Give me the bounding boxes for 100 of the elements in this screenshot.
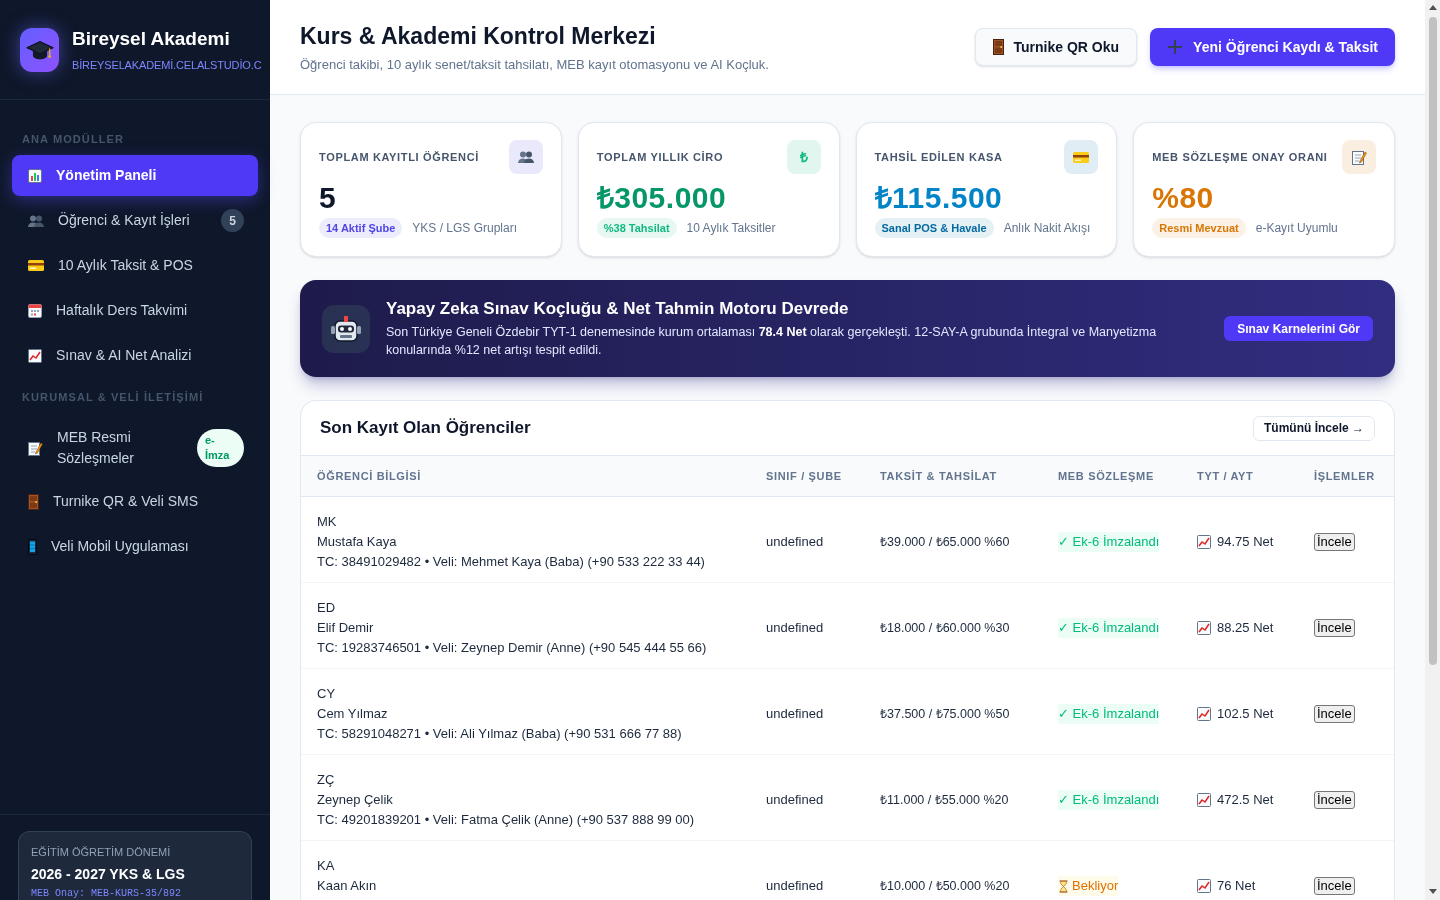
review-button[interactable]: İncele <box>1314 619 1355 637</box>
banner-title: Yapay Zeka Sınav Koçluğu & Net Tahmin Motoru Devrede <box>386 298 850 320</box>
student-initials: MK <box>317 513 337 531</box>
line-chart-icon <box>1197 707 1211 721</box>
review-button[interactable]: İncele <box>1314 705 1355 723</box>
student-details: TC: 58291048271 • Veli: Ali Yılmaz (Baba) (+90 531 666 77 88) <box>317 725 682 743</box>
payment-value: ₺11.000 / ₺55.000 %20 <box>880 793 1009 807</box>
credit-card-icon <box>28 260 44 271</box>
term-label: EĞİTİM ÖĞRETİM DÖNEMİ <box>31 845 172 859</box>
student-initials: KA <box>317 857 335 875</box>
sidebar-item[interactable]: Öğrenci & Kayıt İşleri 5 <box>12 200 258 241</box>
column-header: MEB SÖZLEŞME <box>1058 468 1155 484</box>
stat-note: e-Kayıt Uyumlu <box>1255 220 1338 237</box>
student-details: TC: 49201839201 • Veli: Fatma Çelik (Anne) (+90 537 888 99 00) <box>317 811 695 829</box>
lira-icon: ₺ <box>786 140 821 174</box>
sidebar-item[interactable]: Yönetim Paneli <box>12 155 258 196</box>
student-name: Cem Yılmaz <box>317 705 388 723</box>
review-button[interactable]: İncele <box>1314 877 1355 895</box>
contract-status: ✓ Ek-6 İmzalandı <box>1058 618 1160 638</box>
memo-icon <box>1342 140 1376 174</box>
review-button[interactable]: İncele <box>1314 791 1355 809</box>
column-header: TAKSİT & TAHSİLAT <box>880 468 998 484</box>
net-score: 88.25 Net <box>1217 619 1274 637</box>
stat-value: ₺305.000 <box>596 180 728 216</box>
line-chart-icon <box>1197 793 1211 807</box>
sidebar-item[interactable]: MEB Resmi Sözleşmeler e-İmza <box>12 419 258 477</box>
status-text: Bekliyor <box>1072 877 1119 895</box>
column-header: ÖĞRENCİ BİLGİSİ <box>317 468 423 484</box>
student-name: Mustafa Kaya <box>317 533 397 551</box>
review-button[interactable]: İncele <box>1314 533 1355 551</box>
section-title: KURUMSAL & VELİ İLETİŞİMİ <box>21 390 205 405</box>
student-name: Elif Demir <box>317 619 374 637</box>
credit-card-icon <box>1064 140 1099 174</box>
class-value: undefined <box>766 706 824 721</box>
stat-badge: 14 Aktif Şube <box>319 218 403 238</box>
contract-status: ✓ Ek-6 İmzalandı <box>1058 704 1160 724</box>
page-subtitle: Öğrenci takibi, 10 aylık senet/taksit tahsilatı, MEB kayıt otomasyonu ve AI Koçluk. <box>300 55 769 73</box>
robot-icon <box>322 304 370 353</box>
student-details: TC: 38491029482 • Veli: Mehmet Kaya (Baba) (+90 533 222 33 44) <box>317 553 705 571</box>
stat-value: 5 <box>319 180 338 216</box>
student-name: Kaan Akın <box>317 877 377 895</box>
student-name: Zeynep Çelik <box>317 791 393 809</box>
column-header: TYT / AYT <box>1197 468 1255 484</box>
e-signature-tag: e-İmza <box>197 429 244 467</box>
memo-icon <box>28 440 43 456</box>
class-value: undefined <box>766 878 824 893</box>
scrollbar[interactable] <box>1425 0 1440 900</box>
scroll-down-icon[interactable] <box>1428 889 1437 894</box>
sidebar-item[interactable]: Veli Mobil Uygulaması <box>12 526 258 567</box>
payment-value: ₺37.500 / ₺75.000 %50 <box>880 707 1010 721</box>
sidebar-item[interactable]: Sınav & AI Net Analizi <box>12 335 258 376</box>
door-icon <box>28 493 39 510</box>
banner-text: Son Türkiye Geneli Özdebir TYT-1 denemesinde kurum ortalaması 78.4 Net olarak gerçekleşti. 12-SAY-A grubunda İntegral ve Manyetizma konularında %12 net artışı tespit edildi. <box>386 324 1158 359</box>
plus-icon <box>1167 39 1184 55</box>
section-title: ANA MODÜLLER <box>21 132 125 147</box>
stat-badge: Resmi Mevzuat <box>1152 218 1246 238</box>
class-value: undefined <box>766 534 824 549</box>
phone-icon <box>28 538 37 555</box>
contract-status: ✓ Ek-6 İmzalandı <box>1058 532 1160 552</box>
sidebar-item[interactable]: Haftalık Ders Takvimi <box>12 290 258 331</box>
stat-note: Anlık Nakit Akışı <box>1003 220 1091 237</box>
line-chart-icon <box>1197 879 1211 893</box>
brand-name: Bireysel Akademi <box>72 27 231 51</box>
net-score: 472.5 Net <box>1217 791 1274 809</box>
payment-value: ₺18.000 / ₺60.000 %30 <box>880 621 1010 635</box>
line-chart-icon <box>1197 535 1211 549</box>
contract-status: ✓ Ek-6 İmzalandı <box>1058 790 1160 810</box>
stat-label: TOPLAM KAYITLI ÖĞRENCİ <box>319 149 479 165</box>
net-score: 102.5 Net <box>1217 705 1274 723</box>
view-all-button[interactable]: Tümünü İncele → <box>1253 415 1375 441</box>
student-details: TC: 19283746501 • Veli: Zeynep Demir (Anne) (+90 545 444 55 66) <box>317 639 707 657</box>
hourglass-icon <box>1058 879 1069 893</box>
page-title: Kurs & Akademi Kontrol Merkezi <box>300 21 657 50</box>
line-chart-icon <box>28 348 42 363</box>
brand-domain: BİREYSELAKADEMİ.CELALSTUDİO.C <box>72 58 262 72</box>
scrollbar-thumb[interactable] <box>1428 17 1437 665</box>
qr-scan-button[interactable]: Turnike QR Oku <box>974 28 1138 66</box>
exam-reports-button[interactable]: Sınav Karnelerini Gör <box>1224 316 1373 341</box>
column-header: SINIF / ŞUBE <box>766 468 843 484</box>
graduation-cap-icon <box>20 27 59 72</box>
line-chart-icon <box>1197 621 1211 635</box>
class-value: undefined <box>766 620 824 635</box>
count-badge: 5 <box>221 209 244 232</box>
people-icon <box>28 214 44 227</box>
stat-value: ₺115.500 <box>874 180 1004 216</box>
sidebar-item[interactable]: Turnike QR & Veli SMS <box>12 481 258 522</box>
calendar-icon <box>28 303 42 318</box>
scroll-up-icon[interactable] <box>1428 5 1437 10</box>
stat-note: YKS / LGS Grupları <box>412 220 517 237</box>
stat-label: TAHSİL EDİLEN KASA <box>874 149 1003 165</box>
student-initials: ZÇ <box>317 771 335 789</box>
sidebar-item[interactable]: 10 Aylık Taksit & POS <box>12 245 258 286</box>
people-icon <box>508 140 543 174</box>
new-student-button[interactable]: Yeni Öğrenci Kaydı & Taksit <box>1150 28 1395 66</box>
payment-value: ₺39.000 / ₺65.000 %60 <box>880 535 1010 549</box>
stat-label: TOPLAM YILLIK CİRO <box>596 149 724 165</box>
door-icon <box>992 39 1004 55</box>
payment-value: ₺10.000 / ₺50.000 %20 <box>880 879 1010 893</box>
stat-note: 10 Aylık Taksitler <box>686 220 776 237</box>
stat-badge: %38 Tahsilat <box>596 218 677 238</box>
